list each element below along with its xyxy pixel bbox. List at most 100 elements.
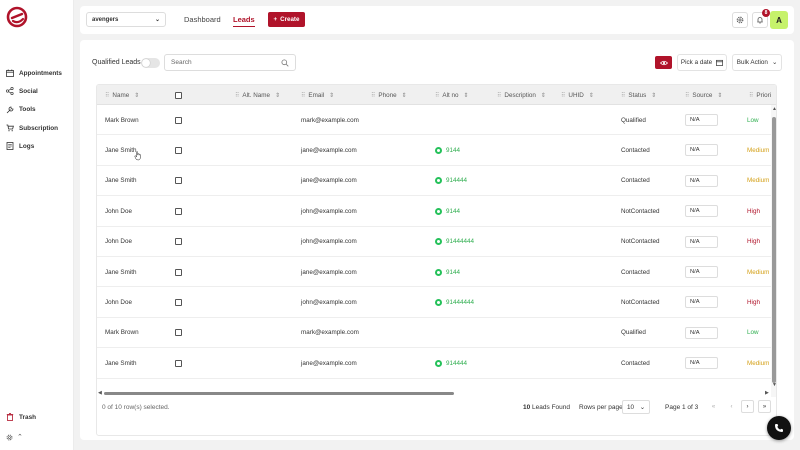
row-checkbox[interactable]: [175, 268, 182, 276]
drag-handle-icon[interactable]: ⠿: [561, 92, 565, 99]
rows-per-page-select[interactable]: 10 ⌄: [622, 400, 650, 414]
drag-handle-icon[interactable]: ⠿: [685, 92, 689, 99]
cell-alt-no[interactable]: 91444444: [435, 227, 474, 257]
tab-dashboard[interactable]: Dashboard: [184, 15, 221, 24]
column-header-phone[interactable]: ⠿ Phone ⇕: [371, 85, 407, 105]
drag-handle-icon[interactable]: ⠿: [235, 92, 239, 99]
source-input[interactable]: N/A: [685, 114, 718, 126]
row-checkbox[interactable]: [175, 177, 182, 185]
project-select[interactable]: avengers ⌄: [86, 12, 166, 27]
drag-handle-icon[interactable]: ⠿: [301, 92, 305, 99]
first-page-button[interactable]: «: [707, 400, 720, 413]
source-input[interactable]: N/A: [685, 326, 718, 339]
scroll-up-icon[interactable]: ▲: [772, 106, 776, 112]
table-row[interactable]: Jane Smith jane@example.com 9144 Contacted N…: [97, 257, 776, 288]
cell-alt-no[interactable]: 91444444: [435, 287, 474, 317]
horizontal-scrollbar[interactable]: [101, 391, 769, 396]
table-row[interactable]: John Doe john@example.com 9144 NotContacted…: [97, 196, 776, 227]
horizontal-scroll-thumb[interactable]: [104, 392, 454, 395]
sort-icon[interactable]: ⇕: [541, 92, 546, 99]
row-checkbox[interactable]: [175, 146, 182, 154]
drag-handle-icon[interactable]: ⠿: [497, 92, 501, 99]
drag-handle-icon[interactable]: ⠿: [371, 92, 375, 99]
row-checkbox[interactable]: [175, 238, 182, 246]
drag-handle-icon[interactable]: ⠿: [621, 92, 625, 99]
table-row[interactable]: John Doe john@example.com 91444444 NotConta…: [97, 227, 776, 257]
sort-icon[interactable]: ⇕: [589, 92, 594, 99]
cell-alt-no[interactable]: 9144: [435, 135, 460, 165]
scroll-left-icon[interactable]: ◀: [98, 390, 102, 396]
source-input[interactable]: N/A: [685, 205, 718, 218]
sidebar-item-social[interactable]: Social: [6, 82, 62, 100]
sidebar-item-appointments[interactable]: Appointments: [6, 64, 62, 82]
row-checkbox[interactable]: [175, 207, 182, 215]
source-input[interactable]: N/A: [685, 266, 718, 278]
cell-alt-no[interactable]: 9144: [435, 257, 460, 287]
table-row[interactable]: John Doe john@example.com 91444444 NotConta…: [97, 287, 776, 318]
column-visibility-button[interactable]: [655, 56, 672, 69]
row-checkbox[interactable]: [175, 359, 182, 367]
sort-icon[interactable]: ⇕: [275, 92, 280, 99]
cell-alt-no[interactable]: 914444: [435, 166, 467, 196]
source-input[interactable]: N/A: [685, 174, 718, 187]
settings-menu[interactable]: ⌃: [6, 433, 23, 441]
search-box[interactable]: [164, 54, 296, 71]
table-row[interactable]: Jane Smith jane@example.com 914444 Contacte…: [97, 348, 776, 379]
select-all-checkbox[interactable]: [175, 91, 182, 99]
sort-icon[interactable]: ⇕: [134, 92, 139, 99]
sort-icon[interactable]: ⇕: [402, 92, 407, 99]
column-header-alt-no[interactable]: ⠿ Alt no ⇕: [435, 85, 469, 105]
search-input[interactable]: [171, 59, 271, 66]
settings-button[interactable]: [732, 12, 748, 28]
column-header-email[interactable]: ⠿ Email ⇕: [301, 85, 334, 105]
sort-icon[interactable]: ⇕: [464, 92, 469, 99]
cell-alt-no[interactable]: 914444: [435, 348, 467, 378]
app-logo[interactable]: [6, 6, 28, 28]
sidebar-item-subscription[interactable]: Subscription: [6, 119, 62, 137]
vertical-scrollbar[interactable]: [771, 105, 776, 397]
drag-handle-icon[interactable]: ⠿: [105, 92, 109, 99]
bulk-action-button[interactable]: Bulk Action ⌄: [732, 54, 782, 71]
qualified-leads-toggle[interactable]: [141, 58, 160, 68]
row-checkbox[interactable]: [175, 298, 182, 306]
sidebar-item-trash[interactable]: Trash: [6, 413, 36, 421]
sort-icon[interactable]: ⇕: [717, 92, 722, 99]
drag-handle-icon[interactable]: ⠿: [435, 92, 439, 99]
notifications-button[interactable]: 8: [752, 9, 770, 28]
column-header-source[interactable]: ⠿ Source ⇕: [685, 85, 722, 105]
scroll-right-icon[interactable]: ▶: [765, 390, 769, 396]
column-header-alt-name[interactable]: ⠿ Alt. Name ⇕: [235, 85, 280, 105]
next-page-button[interactable]: ›: [741, 400, 754, 413]
row-checkbox[interactable]: [175, 329, 182, 337]
table-row[interactable]: Jane Smith jane@example.com 9144 Contacted N…: [97, 135, 776, 166]
column-header-uhid[interactable]: ⠿ UHID ⇕: [561, 85, 594, 105]
table-row[interactable]: Jane Smith jane@example.com 914444 Contacte…: [97, 166, 776, 197]
source-input[interactable]: N/A: [685, 296, 718, 309]
source-input[interactable]: N/A: [685, 357, 718, 370]
tab-leads[interactable]: Leads: [233, 15, 255, 27]
scroll-down-icon[interactable]: ▼: [772, 382, 776, 388]
date-picker-button[interactable]: Pick a date: [677, 54, 727, 71]
column-header-priority[interactable]: ⠿ Priori: [749, 85, 771, 105]
source-input[interactable]: N/A: [685, 235, 718, 248]
cell-alt-no[interactable]: 9144: [435, 196, 460, 226]
call-button[interactable]: [767, 416, 791, 440]
column-header-description[interactable]: ⠿ Description ⇕: [497, 85, 546, 105]
table-row[interactable]: Mark Brown mark@example.com Qualified N/A Lo…: [97, 318, 776, 349]
avatar[interactable]: A: [770, 11, 788, 29]
previous-page-button[interactable]: ‹: [725, 400, 738, 413]
column-header-status[interactable]: ⠿ Status ⇕: [621, 85, 656, 105]
create-button[interactable]: + Create: [268, 12, 305, 27]
row-checkbox[interactable]: [175, 116, 182, 124]
sidebar-item-logs[interactable]: Logs: [6, 137, 62, 155]
source-input[interactable]: N/A: [685, 144, 718, 157]
table-row[interactable]: Mark Brown mark@example.com Qualified N/A Lo…: [97, 105, 776, 136]
sort-icon[interactable]: ⇕: [329, 92, 334, 99]
vertical-scroll-thumb[interactable]: [772, 117, 776, 383]
row-checkbox-cell: [175, 196, 182, 226]
drag-handle-icon[interactable]: ⠿: [749, 92, 753, 99]
column-header-name[interactable]: ⠿ Name ⇕: [105, 85, 139, 105]
sort-icon[interactable]: ⇕: [651, 92, 656, 99]
sidebar-item-tools[interactable]: Tools: [6, 101, 62, 119]
last-page-button[interactable]: »: [758, 400, 771, 413]
